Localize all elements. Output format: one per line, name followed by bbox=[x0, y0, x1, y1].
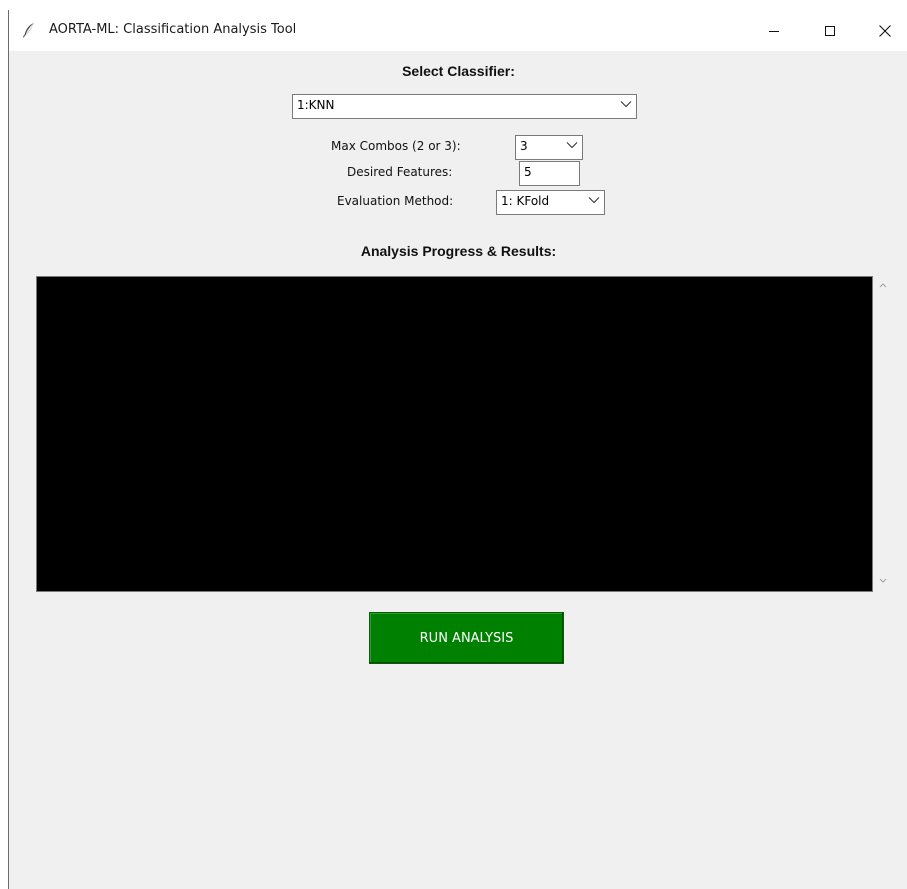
desired-features-value: 5 bbox=[524, 165, 532, 179]
scroll-up-icon[interactable] bbox=[876, 279, 890, 291]
evaluation-method-value: 1: KFold bbox=[501, 194, 550, 208]
max-combos-label: Max Combos (2 or 3): bbox=[331, 139, 461, 153]
classifier-select-value: 1:KNN bbox=[297, 98, 335, 112]
evaluation-method-label: Evaluation Method: bbox=[337, 194, 454, 208]
app-window: AORTA-ML: Classification Analysis Tool S… bbox=[8, 10, 907, 889]
max-combos-value: 3 bbox=[520, 139, 528, 153]
select-classifier-heading: Select Classifier: bbox=[402, 63, 515, 79]
close-button[interactable] bbox=[862, 10, 907, 51]
run-analysis-button[interactable]: RUN ANALYSIS bbox=[369, 612, 564, 664]
minimize-icon bbox=[769, 30, 779, 32]
feather-icon bbox=[21, 22, 37, 38]
scroll-down-icon[interactable] bbox=[876, 575, 890, 587]
chevron-down-icon bbox=[620, 101, 632, 108]
results-textarea[interactable] bbox=[36, 276, 873, 592]
max-combos-select[interactable]: 3 bbox=[515, 135, 583, 160]
desired-features-label: Desired Features: bbox=[347, 165, 453, 179]
chevron-down-icon bbox=[588, 197, 600, 204]
desired-features-input[interactable]: 5 bbox=[519, 161, 580, 186]
minimize-button[interactable] bbox=[751, 10, 797, 51]
evaluation-method-select[interactable]: 1: KFold bbox=[496, 190, 605, 215]
chevron-down-icon bbox=[566, 142, 578, 149]
window-title: AORTA-ML: Classification Analysis Tool bbox=[49, 22, 297, 37]
classifier-select[interactable]: 1:KNN bbox=[292, 94, 637, 119]
results-heading: Analysis Progress & Results: bbox=[360, 243, 557, 259]
maximize-icon bbox=[825, 25, 835, 36]
maximize-button[interactable] bbox=[807, 10, 853, 51]
title-bar[interactable]: AORTA-ML: Classification Analysis Tool bbox=[9, 10, 907, 51]
close-icon bbox=[879, 24, 891, 37]
